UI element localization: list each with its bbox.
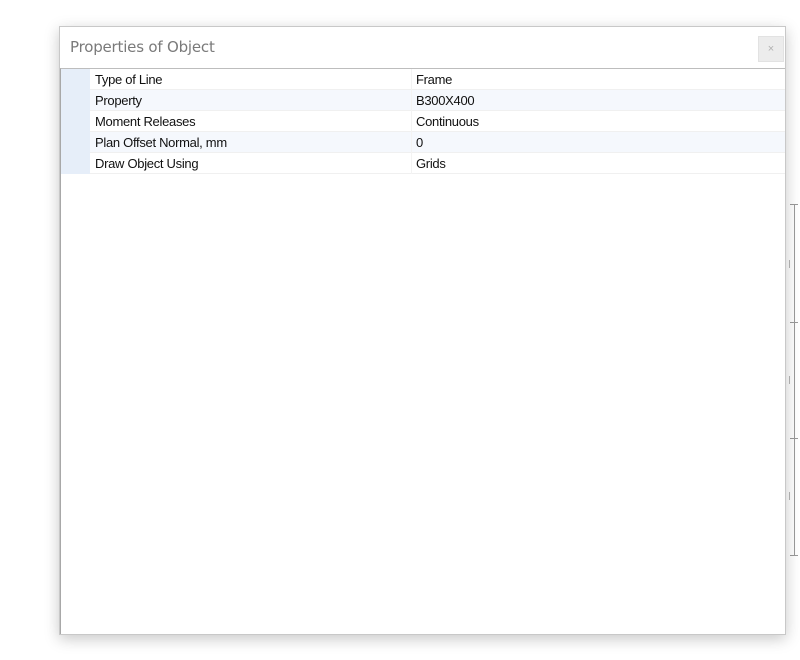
column-divider: [411, 111, 412, 132]
dimension-mark: [789, 492, 795, 500]
property-label: Moment Releases: [95, 114, 196, 129]
property-label: Type of Line: [95, 72, 163, 87]
row-header: [61, 153, 90, 174]
dimension-tick: [790, 555, 798, 556]
property-row-moment-releases[interactable]: Moment Releases Continuous: [61, 111, 785, 132]
property-row-type-of-line[interactable]: Type of Line Frame: [61, 69, 785, 90]
dimension-mark: [789, 260, 795, 268]
property-label: Draw Object Using: [95, 156, 199, 171]
property-row-property[interactable]: Property B300X400: [61, 90, 785, 111]
dialog-titlebar[interactable]: Properties of Object ×: [60, 27, 785, 68]
property-row-draw-object-using[interactable]: Draw Object Using Grids: [61, 153, 785, 174]
row-header: [61, 90, 90, 111]
row-header: [61, 111, 90, 132]
dimension-tick: [790, 322, 798, 323]
column-divider: [411, 132, 412, 153]
property-value[interactable]: Grids: [416, 156, 446, 171]
row-header: [61, 69, 90, 90]
property-value[interactable]: B300X400: [416, 93, 475, 108]
property-rows: Type of Line Frame Property B300X400 Mom…: [61, 69, 785, 174]
property-value[interactable]: 0: [416, 135, 423, 150]
property-row-plan-offset-normal[interactable]: Plan Offset Normal, mm 0: [61, 132, 785, 153]
property-value[interactable]: Continuous: [416, 114, 479, 129]
dialog-title: Properties of Object: [70, 38, 215, 56]
property-label: Plan Offset Normal, mm: [95, 135, 227, 150]
column-divider: [411, 90, 412, 111]
dimension-mark: [789, 376, 795, 384]
screen: Properties of Object × Type of Line Fram…: [0, 0, 800, 660]
close-button[interactable]: ×: [758, 36, 784, 62]
property-grid: Type of Line Frame Property B300X400 Mom…: [60, 68, 785, 634]
dimension-tick: [790, 438, 798, 439]
column-divider: [411, 153, 412, 174]
background-dimension-line: [788, 200, 800, 560]
close-icon: ×: [767, 43, 775, 55]
dimension-tick: [790, 204, 798, 205]
column-divider: [411, 69, 412, 90]
row-header: [61, 132, 90, 153]
property-label: Property: [95, 93, 142, 108]
properties-dialog: Properties of Object × Type of Line Fram…: [59, 26, 786, 635]
property-value[interactable]: Frame: [416, 72, 452, 87]
